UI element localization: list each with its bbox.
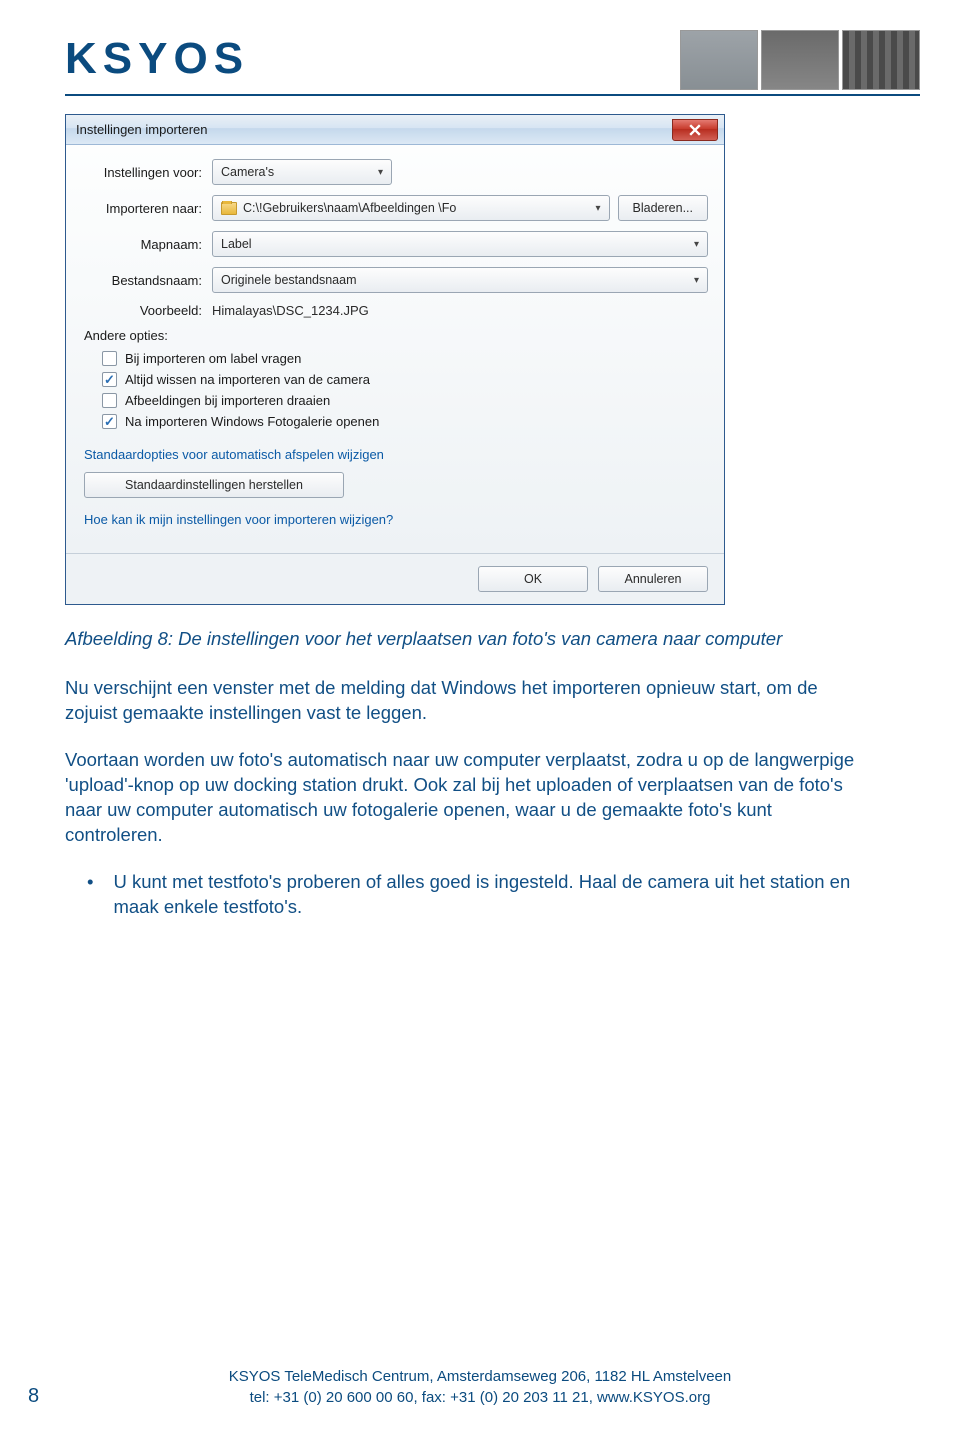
import-settings-dialog: Instellingen importeren Instellingen voo… bbox=[65, 114, 725, 605]
chevron-down-icon: ▾ bbox=[694, 239, 699, 250]
header-texture-2 bbox=[761, 30, 839, 90]
import-to-value: C:\!Gebruikers\naam\Afbeeldingen \Fo bbox=[243, 201, 456, 215]
checkbox-label: Bij importeren om label vragen bbox=[125, 351, 301, 366]
checkbox-icon bbox=[102, 351, 117, 366]
footer-line-1: KSYOS TeleMedisch Centrum, Amsterdamsewe… bbox=[0, 1366, 960, 1387]
close-icon bbox=[689, 124, 701, 136]
dialog-titlebar: Instellingen importeren bbox=[66, 115, 724, 145]
chevron-down-icon: ▾ bbox=[378, 167, 383, 178]
bullet-text: U kunt met testfoto's proberen of alles … bbox=[113, 870, 865, 920]
checkbox-row-rotate[interactable]: Afbeeldingen bij importeren draaien bbox=[102, 393, 708, 408]
header-textures bbox=[680, 30, 920, 90]
browse-button[interactable]: Bladeren... bbox=[618, 195, 708, 221]
folder-name-label: Mapnaam: bbox=[82, 237, 212, 252]
import-to-dropdown[interactable]: C:\!Gebruikers\naam\Afbeeldingen \Fo ▾ bbox=[212, 195, 610, 221]
restore-defaults-button[interactable]: Standaardinstellingen herstellen bbox=[84, 472, 344, 498]
help-link[interactable]: Hoe kan ik mijn instellingen voor import… bbox=[84, 512, 706, 527]
chevron-down-icon: ▾ bbox=[596, 203, 601, 214]
settings-for-label: Instellingen voor: bbox=[82, 165, 212, 180]
checkbox-icon bbox=[102, 393, 117, 408]
import-to-label: Importeren naar: bbox=[82, 201, 212, 216]
checkbox-row-always-erase[interactable]: Altijd wissen na importeren van de camer… bbox=[102, 372, 708, 387]
checkbox-icon bbox=[102, 414, 117, 429]
checkbox-label: Na importeren Windows Fotogalerie openen bbox=[125, 414, 379, 429]
figure-caption: Afbeelding 8: De instellingen voor het v… bbox=[65, 627, 865, 652]
cancel-label: Annuleren bbox=[625, 572, 682, 586]
dialog-title: Instellingen importeren bbox=[76, 122, 208, 137]
footer-line-2: tel: +31 (0) 20 600 00 60, fax: +31 (0) … bbox=[0, 1387, 960, 1408]
settings-for-value: Camera's bbox=[221, 165, 274, 179]
file-name-label: Bestandsnaam: bbox=[82, 273, 212, 288]
header-rule bbox=[65, 94, 920, 96]
document-body-text: Afbeelding 8: De instellingen voor het v… bbox=[65, 627, 865, 920]
checkbox-row-open-gallery[interactable]: Na importeren Windows Fotogalerie openen bbox=[102, 414, 708, 429]
ok-button[interactable]: OK bbox=[478, 566, 588, 592]
autoplay-options-link[interactable]: Standaardopties voor automatisch afspele… bbox=[84, 447, 706, 462]
dialog-footer: OK Annuleren bbox=[66, 553, 724, 604]
checkbox-icon bbox=[102, 372, 117, 387]
header-texture-1 bbox=[680, 30, 758, 90]
example-label: Voorbeeld: bbox=[82, 303, 212, 318]
logo: KSYOS bbox=[65, 34, 249, 90]
folder-icon bbox=[221, 202, 237, 215]
close-button[interactable] bbox=[672, 119, 718, 141]
example-value: Himalayas\DSC_1234.JPG bbox=[212, 303, 369, 318]
checkbox-label: Afbeeldingen bij importeren draaien bbox=[125, 393, 330, 408]
browse-label: Bladeren... bbox=[633, 201, 693, 215]
bullet-icon: • bbox=[87, 870, 93, 920]
ok-label: OK bbox=[524, 572, 542, 586]
page-header: KSYOS bbox=[0, 0, 960, 90]
folder-name-value: Label bbox=[221, 237, 252, 251]
file-name-dropdown[interactable]: Originele bestandsnaam ▾ bbox=[212, 267, 708, 293]
restore-defaults-label: Standaardinstellingen herstellen bbox=[125, 478, 303, 492]
paragraph-2: Voortaan worden uw foto's automatisch na… bbox=[65, 748, 865, 848]
cancel-button[interactable]: Annuleren bbox=[598, 566, 708, 592]
settings-for-dropdown[interactable]: Camera's ▾ bbox=[212, 159, 392, 185]
dialog-body: Instellingen voor: Camera's ▾ Importeren… bbox=[66, 145, 724, 553]
checkbox-label: Altijd wissen na importeren van de camer… bbox=[125, 372, 370, 387]
chevron-down-icon: ▾ bbox=[694, 275, 699, 286]
file-name-value: Originele bestandsnaam bbox=[221, 273, 357, 287]
header-texture-3 bbox=[842, 30, 920, 90]
other-options-label: Andere opties: bbox=[84, 328, 708, 343]
bullet-item: • U kunt met testfoto's proberen of alle… bbox=[87, 870, 865, 920]
folder-name-dropdown[interactable]: Label ▾ bbox=[212, 231, 708, 257]
checkbox-row-prompt-label[interactable]: Bij importeren om label vragen bbox=[102, 351, 708, 366]
paragraph-1: Nu verschijnt een venster met de melding… bbox=[65, 676, 865, 726]
page-footer: KSYOS TeleMedisch Centrum, Amsterdamsewe… bbox=[0, 1366, 960, 1408]
